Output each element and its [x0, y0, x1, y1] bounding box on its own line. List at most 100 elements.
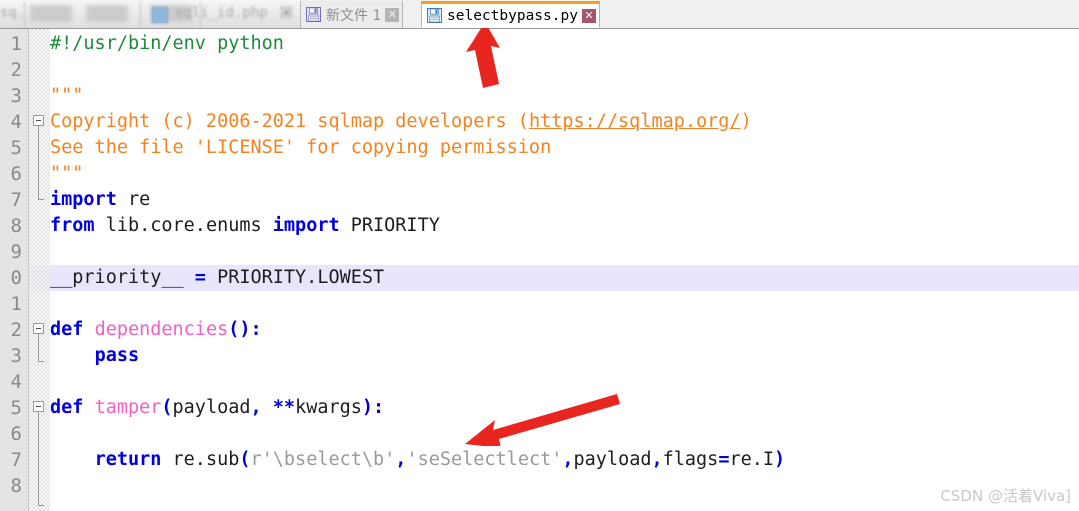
code-token: = — [718, 449, 730, 470]
code-token: flags — [662, 449, 719, 470]
code-line[interactable]: Copyright (c) 2006-2021 sqlmap developer… — [50, 109, 752, 135]
code-line[interactable]: """ — [50, 161, 83, 187]
tab-bar: sq. sqli_id.php ✕ 新文件 1 ✕ selectbypass.p… — [0, 0, 1079, 29]
line-number-gutter: 1 2 3 4 5 6 7 8 9 0 1 2 3 4 5 6 7 8 — [0, 29, 29, 511]
csdn-watermark: CSDN @活着Viva] — [940, 487, 1071, 505]
fold-line-foot — [38, 199, 44, 200]
tab-label: selectbypass.py — [447, 7, 578, 24]
fold-toggle-tamper[interactable] — [33, 401, 44, 412]
ghost-tab-label-mid: sqli_id.php — [175, 5, 268, 21]
code-token: from — [50, 215, 95, 236]
code-token: payload — [172, 397, 251, 418]
code-token: ( — [161, 397, 173, 418]
code-line[interactable]: def tamper(payload, **kwargs): — [50, 395, 384, 421]
code-token: https://sqlmap.org/ — [528, 111, 741, 132]
code-token: ) — [774, 449, 786, 470]
tab-selectbypass-py[interactable]: selectbypass.py ✕ — [421, 1, 600, 28]
code-line[interactable]: def dependencies(): — [50, 317, 262, 343]
code-line[interactable]: See the file 'LICENSE' for copying permi… — [50, 135, 551, 161]
code-line[interactable]: import re — [50, 187, 150, 213]
fold-margin[interactable] — [29, 29, 50, 511]
code-token: ** — [272, 397, 296, 418]
floppy-disk-icon — [427, 8, 442, 23]
line-number: 8 — [10, 475, 22, 497]
code-token: See the file 'LICENSE' for copying permi… — [50, 137, 552, 158]
code-token: , — [562, 449, 574, 470]
fold-line-foot — [38, 361, 44, 362]
code-token: re — [116, 189, 151, 210]
tab-close-icon[interactable]: ✕ — [581, 8, 596, 23]
code-token: __priority__ — [50, 267, 195, 288]
code-token: 'seSelectlect' — [406, 449, 563, 470]
code-token: re.I — [729, 449, 775, 470]
ghost-tab-label-left: sq. — [0, 5, 26, 21]
tab-label: 新文件 1 — [326, 7, 382, 24]
line-number: 1 — [10, 33, 22, 55]
line-number: 3 — [10, 85, 22, 107]
fold-line — [38, 412, 39, 505]
line-number: 2 — [10, 319, 22, 341]
code-token: dependencies — [94, 319, 229, 340]
code-token: payload — [573, 449, 652, 470]
fold-toggle-dependencies[interactable] — [33, 323, 44, 334]
code-token: r'\bselect\b' — [250, 449, 396, 470]
code-text-area[interactable]: #!/usr/bin/env python """ Copyright (c) 20… — [50, 29, 1079, 511]
fold-line-foot — [38, 505, 44, 506]
code-token: lib.core.enums — [94, 215, 273, 236]
line-number: 6 — [10, 163, 22, 185]
code-token: import — [50, 189, 117, 210]
code-line[interactable]: from lib.core.enums import PRIORITY — [50, 213, 440, 239]
blurred-background-tabs: sq. sqli_id.php ✕ — [0, 0, 300, 28]
code-token: PRIORITY.LOWEST — [205, 267, 385, 288]
code-token: def — [50, 319, 84, 340]
line-number: 2 — [10, 59, 22, 81]
code-token: = — [194, 267, 206, 288]
line-number: 7 — [10, 449, 22, 471]
line-number: 0 — [10, 267, 22, 289]
line-number: 3 — [10, 345, 22, 367]
code-token: tamper — [94, 397, 162, 418]
line-number: 9 — [10, 241, 22, 263]
code-token: #!/usr/bin/env python — [50, 33, 284, 54]
tab-close-icon[interactable]: ✕ — [385, 7, 400, 22]
line-number: 7 — [10, 189, 22, 211]
code-line[interactable]: pass — [50, 343, 140, 369]
line-number: 4 — [10, 111, 22, 133]
floppy-disk-icon — [306, 7, 321, 22]
code-line[interactable]: """ — [50, 83, 83, 109]
fold-line — [38, 334, 39, 361]
code-line[interactable]: return re.sub(r'\bselect\b','seSelectlec… — [50, 447, 786, 473]
line-number: 1 — [10, 293, 22, 315]
code-token: kwargs — [295, 397, 362, 418]
code-editor[interactable]: 1 2 3 4 5 6 7 8 9 0 1 2 3 4 5 6 7 8 #!/usr/bin/env python… — [0, 29, 1079, 511]
code-token: def — [50, 397, 84, 418]
line-number: 8 — [10, 215, 22, 237]
code-token: , — [395, 449, 407, 470]
code-token: , — [651, 449, 663, 470]
code-line[interactable]: __priority__ = PRIORITY.LOWEST — [50, 265, 384, 291]
code-token: , — [250, 397, 262, 418]
code-token: ( — [239, 449, 251, 470]
code-line[interactable]: #!/usr/bin/env python — [50, 31, 284, 57]
code-token: ): — [361, 397, 385, 418]
line-number: 5 — [10, 397, 22, 419]
tab-new-file[interactable]: 新文件 1 ✕ — [300, 1, 404, 28]
line-number: 4 — [10, 371, 22, 393]
fold-line — [38, 126, 39, 199]
line-number: 6 — [10, 423, 22, 445]
code-token: Copyright (c) 2006-2021 sqlmap developer… — [50, 111, 529, 132]
code-token: pass — [94, 345, 140, 366]
code-token: (): — [228, 319, 262, 340]
code-token: re.sub — [161, 449, 240, 470]
code-token: """ — [50, 85, 84, 106]
code-token: ) — [740, 111, 752, 132]
code-token: """ — [50, 163, 84, 184]
code-token: import — [272, 215, 340, 236]
fold-toggle-docstring[interactable] — [33, 115, 44, 126]
code-token: return — [94, 449, 162, 470]
